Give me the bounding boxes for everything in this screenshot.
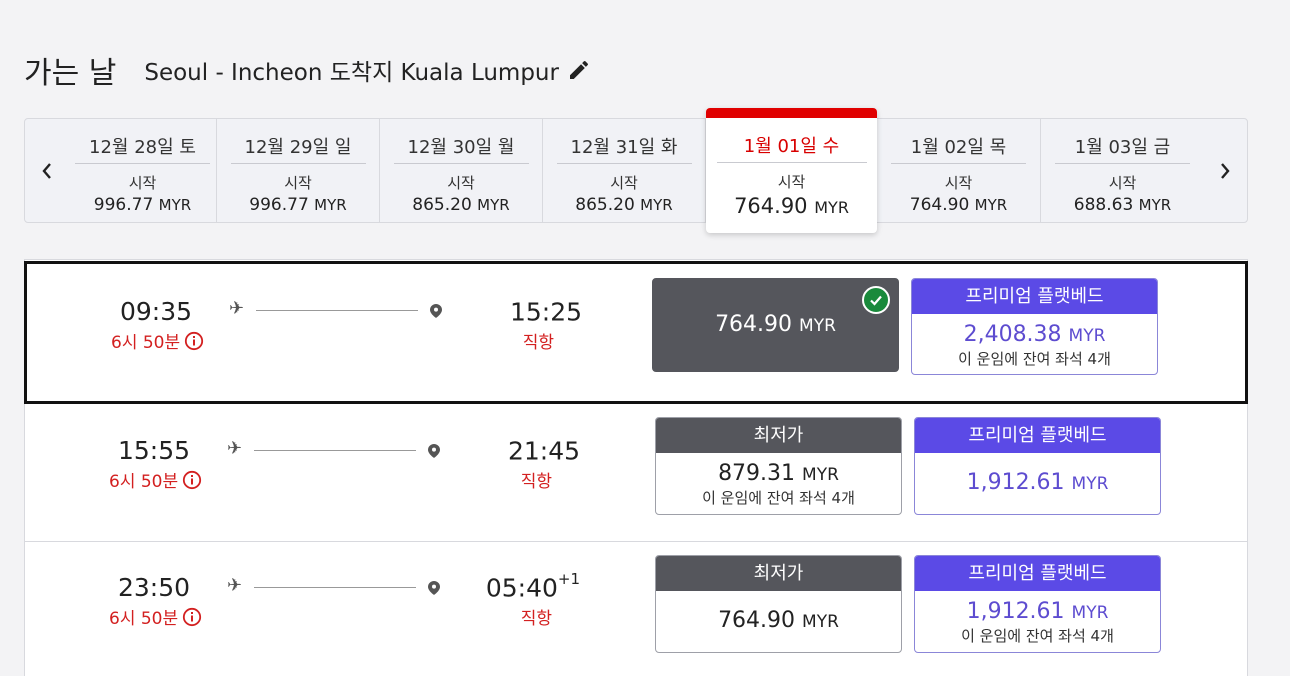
date-tab-1[interactable]: 12월 28일 토 시작 996.77 MYR — [69, 119, 217, 222]
flight-row-selected[interactable]: 09:35 6시 50분 ✈ 15:25 직항 764.90 MYR 프리미엄 … — [24, 261, 1248, 404]
flight-row[interactable]: 23:50 6시 50분 ✈ 05:40+1 직항 최저가 764.90 MYR… — [25, 542, 1247, 676]
fare-type-label: 프리미엄 플랫베드 — [915, 418, 1160, 453]
location-pin-icon — [430, 304, 442, 318]
fare-type-label: 프리미엄 플랫베드 — [912, 279, 1157, 314]
date-label: 12월 30일 월 — [393, 133, 529, 164]
date-label: 1월 02일 목 — [891, 133, 1026, 164]
date-price: 996.77 MYR — [93, 195, 192, 215]
seats-remaining: 이 운임에 잔여 좌석 4개 — [958, 350, 1111, 368]
flight-duration: 6시 50분 — [109, 604, 202, 629]
location-pin-icon — [428, 444, 440, 458]
chevron-right-icon — [1221, 162, 1230, 179]
seats-remaining: 이 운임에 잔여 좌석 4개 — [702, 489, 855, 507]
route-label: Seoul - Incheon 도착지 Kuala Lumpur — [144, 60, 559, 86]
departure-time: 09:35 — [119, 297, 193, 326]
date-label: 1월 01일 수 — [716, 132, 867, 163]
from-label: 시작 — [610, 174, 638, 192]
premium-fare-option[interactable]: 프리미엄 플랫베드 2,408.38 MYR 이 운임에 잔여 좌석 4개 — [911, 278, 1158, 375]
date-label: 12월 28일 토 — [75, 133, 210, 164]
from-label: 시작 — [447, 174, 475, 192]
fare-price: 879.31 MYR — [718, 461, 839, 486]
arrival-time: 05:40+1 — [485, 570, 580, 603]
route-line — [256, 310, 418, 311]
selected-check-icon — [862, 286, 890, 314]
flight-row[interactable]: 15:55 6시 50분 ✈ 21:45 직항 최저가 879.31 MYR 이… — [25, 404, 1247, 542]
from-label: 시작 — [944, 174, 973, 192]
date-price: 865.20 MYR — [575, 195, 673, 215]
date-label: 12월 31일 화 — [556, 133, 692, 164]
page-title: 가는 날 — [24, 56, 117, 91]
fare-type-label: 최저가 — [656, 556, 901, 591]
date-tab-3[interactable]: 12월 30일 월 시작 865.20 MYR — [380, 119, 543, 222]
premium-fare-option[interactable]: 프리미엄 플랫베드 1,912.61 MYR — [914, 417, 1161, 515]
route-line — [254, 450, 416, 451]
from-label: 시작 — [128, 174, 157, 192]
date-price: 688.63 MYR — [1073, 195, 1172, 215]
date-tab-2[interactable]: 12월 29일 일 시작 996.77 MYR — [217, 119, 380, 222]
plane-icon: ✈ — [229, 298, 245, 319]
date-tab-selected[interactable]: 1월 01일 수 시작 764.90 MYR — [706, 108, 877, 233]
date-label: 12월 29일 일 — [230, 133, 366, 164]
arrival-time: 21:45 — [507, 436, 580, 466]
date-selector: 12월 28일 토 시작 996.77 MYR 12월 29일 일 시작 996… — [24, 108, 1248, 233]
date-tab-4[interactable]: 12월 31일 화 시작 865.20 MYR — [543, 119, 706, 222]
fare-type-label: 프리미엄 플랫베드 — [915, 556, 1160, 591]
plane-icon: ✈ — [227, 438, 243, 459]
fare-price: 1,912.61 MYR — [966, 470, 1109, 495]
date-price: 865.20 MYR — [412, 195, 510, 215]
flight-duration: 6시 50분 — [111, 328, 204, 353]
fare-price: 764.90 MYR — [715, 312, 836, 337]
location-pin-icon — [428, 581, 440, 595]
flight-duration: 6시 50분 — [109, 467, 202, 492]
fare-price: 764.90 MYR — [718, 608, 839, 633]
arrival-time: 15:25 — [509, 297, 582, 327]
departure-time: 15:55 — [117, 436, 191, 465]
fare-type-label: 최저가 — [656, 418, 901, 453]
info-icon[interactable] — [182, 607, 202, 627]
route-line — [254, 587, 416, 588]
selected-date-indicator — [706, 108, 877, 118]
date-tab-6[interactable]: 1월 02일 목 시작 764.90 MYR — [877, 119, 1041, 222]
fare-price: 2,408.38 MYR — [963, 322, 1106, 347]
departure-time: 23:50 — [117, 573, 191, 602]
date-price: 764.90 MYR — [734, 194, 849, 218]
next-dates-button[interactable] — [1203, 119, 1247, 222]
from-label: 시작 — [284, 174, 312, 192]
from-label: 시작 — [777, 173, 806, 191]
date-label: 1월 03일 금 — [1055, 133, 1190, 164]
edit-pencil-icon[interactable] — [567, 58, 591, 82]
stops-label: 직항 — [522, 333, 554, 353]
seats-remaining: 이 운임에 잔여 좌석 4개 — [961, 627, 1114, 645]
flight-list: 09:35 6시 50분 ✈ 15:25 직항 764.90 MYR 프리미엄 … — [24, 259, 1248, 676]
date-price: 996.77 MYR — [249, 195, 347, 215]
page-header: 가는 날 Seoul - Incheon 도착지 Kuala Lumpur — [24, 48, 591, 92]
date-tab-7[interactable]: 1월 03일 금 시작 688.63 MYR — [1041, 119, 1204, 222]
chevron-left-icon — [42, 162, 51, 179]
info-icon[interactable] — [182, 470, 202, 490]
plane-icon: ✈ — [227, 575, 243, 596]
stops-label: 직항 — [520, 472, 552, 492]
date-price: 764.90 MYR — [909, 195, 1008, 215]
stops-label: 직항 — [520, 609, 552, 629]
premium-fare-option[interactable]: 프리미엄 플랫베드 1,912.61 MYR 이 운임에 잔여 좌석 4개 — [914, 555, 1161, 653]
economy-fare-option[interactable]: 최저가 764.90 MYR — [655, 555, 902, 653]
from-label: 시작 — [1108, 174, 1137, 192]
economy-fare-option[interactable]: 최저가 879.31 MYR 이 운임에 잔여 좌석 4개 — [655, 417, 902, 515]
economy-fare-selected[interactable]: 764.90 MYR — [652, 278, 899, 372]
fare-price: 1,912.61 MYR — [966, 599, 1109, 624]
prev-dates-button[interactable] — [25, 119, 69, 222]
info-icon[interactable] — [184, 331, 204, 351]
